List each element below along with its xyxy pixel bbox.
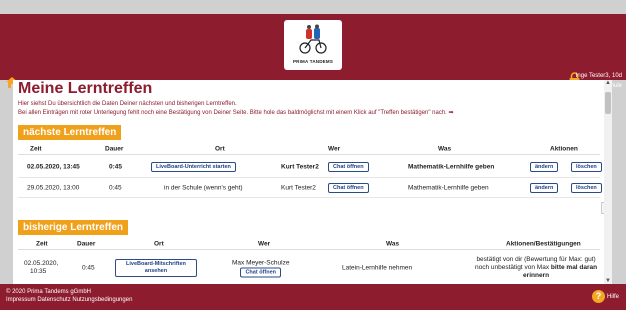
row-dauer: 0:45: [109, 163, 123, 170]
col-dauer: Dauer: [105, 145, 124, 152]
row-zeit: 29.05.2020, 13:00: [27, 184, 80, 191]
page-title: Meine Lerntreffen: [18, 80, 153, 97]
footer-bar: © 2020 Prima Tandems gGmbH Impressum Dat…: [0, 284, 626, 310]
liveboard-start-button[interactable]: LiveBoard-Unterricht starten: [151, 161, 236, 172]
logo-text: PRIMA TANDEMS: [292, 59, 334, 64]
liveboard-notes-button[interactable]: LiveBoard-Mitschriften ansehen: [115, 258, 197, 277]
footer-links[interactable]: Impressum Datenschutz Nutzungsbedingunge…: [6, 297, 132, 303]
prima-tandems-logo[interactable]: PRIMA TANDEMS: [284, 20, 342, 70]
col-wer: Wer: [258, 240, 271, 247]
delete-button[interactable]: löschen: [571, 161, 602, 172]
chat-open-button[interactable]: Chat öffnen: [328, 182, 369, 193]
row-was: Latein-Lernhilfe nehmen: [342, 264, 413, 271]
col-zeit: Zeit: [30, 145, 42, 152]
row-zeit: 02.05.2020, 13:45: [27, 163, 80, 170]
delete-button[interactable]: löschen: [571, 182, 602, 193]
row-wer: Max Meyer-Schulze Chat öffnen: [232, 259, 290, 277]
col-aktionen-bestaetigungen: Aktionen/Bestätigungen: [506, 240, 581, 247]
col-zeit: Zeit: [36, 240, 48, 247]
section-upcoming-title: nächste Lerntreffen: [18, 125, 122, 140]
col-wer: Wer: [328, 145, 341, 152]
chat-open-button[interactable]: Chat öffnen: [328, 161, 369, 172]
scrollbar[interactable]: ▲ ▼: [604, 80, 612, 284]
table-row: 02.05.2020, 13:45 0:45 LiveBoard-Unterri…: [18, 156, 602, 178]
row-was: Mathematik-Lernhilfe geben: [408, 163, 495, 170]
help-label[interactable]: Hilfe: [607, 294, 619, 300]
footer-copyright: © 2020 Prima Tandems gGmbH: [6, 289, 92, 295]
help-icon[interactable]: ?: [592, 290, 605, 303]
main-content: Meine Lerntreffen Hier siehst Du übersic…: [13, 80, 612, 284]
edit-button[interactable]: ändern: [530, 182, 559, 193]
row-dauer: 0:45: [109, 184, 122, 191]
row-status: bestätigt von dir (Bewertung für Max: gu…: [475, 255, 598, 279]
col-was: Was: [438, 145, 452, 152]
upcoming-table-header: Zeit Dauer Ort Wer Was Aktionen: [18, 143, 600, 155]
past-table-header: Zeit Dauer Ort Wer Was Aktionen/Bestätig…: [18, 238, 600, 250]
app-window: Inge Tester3, 10d TEST Schule PRIMA TAND…: [0, 0, 626, 310]
row-zeit: 02.05.2020, 10:35: [24, 259, 59, 275]
col-ort: Ort: [154, 240, 164, 247]
section-past-title: bisherige Lerntreffen: [18, 220, 129, 235]
chat-open-button[interactable]: Chat öffnen: [240, 267, 281, 277]
row-wer: Kurt Tester2: [281, 184, 316, 191]
scroll-up-icon[interactable]: ▲: [605, 80, 611, 86]
row-ort: in der Schule (wenn's geht): [164, 184, 243, 191]
scrollbar-thumb[interactable]: [605, 92, 611, 114]
col-ort: Ort: [215, 145, 225, 152]
col-was: Was: [386, 240, 400, 247]
intro-text-line2: Bei allen Einträgen mit roter Unterlegun…: [18, 110, 454, 116]
table-row: 02.05.2020, 10:35 0:45 LiveBoard-Mitschr…: [18, 251, 600, 284]
edit-button[interactable]: ändern: [530, 161, 559, 172]
row-dauer: 0:45: [82, 264, 95, 271]
col-dauer: Dauer: [77, 240, 96, 247]
row-was: Mathematik-Lernhilfe geben: [408, 184, 489, 191]
table-row: 29.05.2020, 13:00 0:45 in der Schule (we…: [18, 178, 602, 198]
col-aktionen: Aktionen: [550, 145, 578, 152]
intro-text-line1: Hier siehst Du übersichtlich die Daten D…: [18, 101, 237, 107]
row-wer: Kurt Tester2: [281, 163, 319, 170]
